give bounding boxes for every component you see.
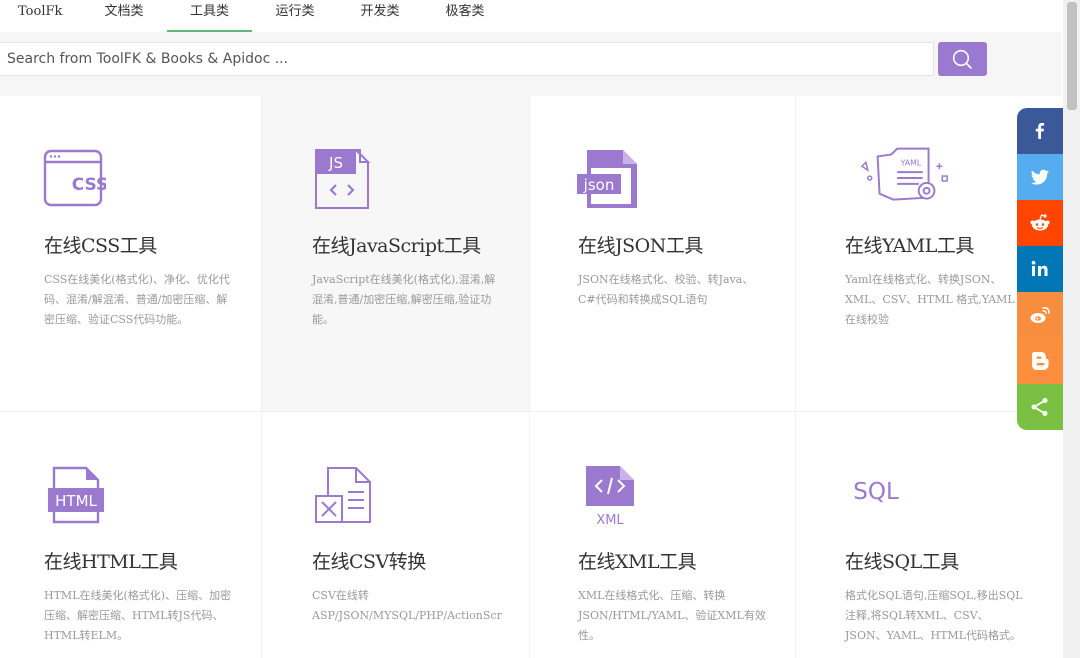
top-nav: ToolFk 文档类 工具类 运行类 开发类 极客类 [0,0,1062,33]
share-icon [1031,398,1048,416]
tool-description: CSV在线转ASP/JSON/MYSQL/PHP/ActionScr [312,589,502,622]
svg-text:XML: XML [596,513,624,528]
linkedin-share-button[interactable] [1017,246,1063,292]
brand-link[interactable]: ToolFk [18,0,62,30]
search-icon [952,49,972,69]
tool-description: JSON在线格式化、校验、转Java、C#代码和转换成SQL语句 [578,273,754,306]
tool-description: XML在线格式化、压缩、转换JSON/HTML/YAML、验证XML有效性。 [578,589,766,642]
tool-card-css[interactable]: CSS 在线CSS工具 CSS在线美化(格式化)、净化、优化代码、混淆/解混淆、… [0,96,261,411]
blogger-icon [1032,352,1049,370]
svg-text:HTML: HTML [55,492,97,510]
csv-icon [315,467,371,523]
blogger-share-button[interactable] [1017,338,1063,384]
reddit-icon [1030,214,1050,231]
reddit-share-button[interactable] [1017,200,1063,246]
tool-title[interactable]: 在线YAML工具 [845,231,974,258]
tool-card-json[interactable]: json 在线JSON工具 JSON在线格式化、校验、转Java、C#代码和转换… [530,96,795,411]
svg-text:SQL: SQL [853,479,899,505]
svg-text:YAML: YAML [900,158,922,167]
search-button[interactable] [938,42,987,76]
tool-card-csv[interactable]: 在线CSV转换 CSV在线转ASP/JSON/MYSQL/PHP/ActionS… [262,412,529,658]
tool-description: HTML在线美化(格式化)、压缩、加密压缩、解密压缩、HTML转JS代码、HTM… [44,589,232,642]
yaml-icon: YAML [860,147,948,201]
tool-grid: CSS 在线CSS工具 CSS在线美化(格式化)、净化、优化代码、混淆/解混淆、… [0,96,1062,658]
scrollbar-thumb[interactable] [1067,2,1077,110]
tool-description: Yaml在线格式化、转换JSON、XML、CSV、HTML 格式,YAML在线校… [845,273,1015,326]
linkedin-icon [1031,260,1048,276]
tool-card-javascript[interactable]: JS 在线JavaScript工具 JavaScript在线美化(格式化),混淆… [262,96,529,411]
tool-title[interactable]: 在线CSS工具 [44,231,157,258]
javascript-icon: JS [315,149,371,209]
xml-icon: XML [586,466,634,528]
svg-text:CSS: CSS [72,175,106,195]
svg-text:JS: JS [328,154,343,172]
tool-card-html[interactable]: HTML 在线HTML工具 HTML在线美化(格式化)、压缩、加密压缩、解密压缩… [0,412,261,658]
css-icon: CSS [43,149,106,207]
sql-icon: SQL [853,479,899,505]
tool-title[interactable]: 在线SQL工具 [845,547,959,574]
weibo-icon [1030,307,1050,323]
search-bar [0,32,1062,96]
facebook-share-button[interactable] [1017,108,1063,154]
facebook-icon [1035,123,1045,139]
tool-title[interactable]: 在线HTML工具 [44,547,178,574]
tool-title[interactable]: 在线XML工具 [578,547,697,574]
nav-item-geek[interactable]: 极客类 [441,0,489,30]
tool-description: CSS在线美化(格式化)、净化、优化代码、混淆/解混淆、普通/加密压缩、解密压缩… [44,273,230,326]
tool-description: 格式化SQL语句,压缩SQL,移出SQL注释,将SQL转XML、CSV、JSON… [845,589,1023,642]
svg-text:json: json [583,176,615,194]
weibo-share-button[interactable] [1017,292,1063,338]
nav-item-tools[interactable]: 工具类 [167,0,252,32]
twitter-share-button[interactable] [1017,154,1063,200]
tool-title[interactable]: 在线JavaScript工具 [312,231,481,258]
json-icon: json [577,150,637,208]
share-sidebar [1017,108,1063,430]
html-icon: HTML [48,466,104,524]
search-box [0,42,934,76]
nav-item-run[interactable]: 运行类 [271,0,319,30]
tool-card-sql[interactable]: SQL 在线SQL工具 格式化SQL语句,压缩SQL,移出SQL注释,将SQL转… [796,412,1062,658]
nav-item-dev[interactable]: 开发类 [356,0,404,30]
share-more-button[interactable] [1017,384,1063,430]
nav-item-docs[interactable]: 文档类 [100,0,148,30]
tool-title[interactable]: 在线CSV转换 [312,547,426,574]
tool-card-xml[interactable]: XML 在线XML工具 XML在线格式化、压缩、转换JSON/HTML/YAML… [530,412,795,658]
scrollbar[interactable] [1063,0,1080,658]
search-input[interactable] [0,43,907,75]
tool-title[interactable]: 在线JSON工具 [578,231,703,258]
tool-description: JavaScript在线美化(格式化),混淆,解混淆,普通/加密压缩,解密压缩,… [312,273,496,326]
twitter-icon [1031,169,1049,185]
